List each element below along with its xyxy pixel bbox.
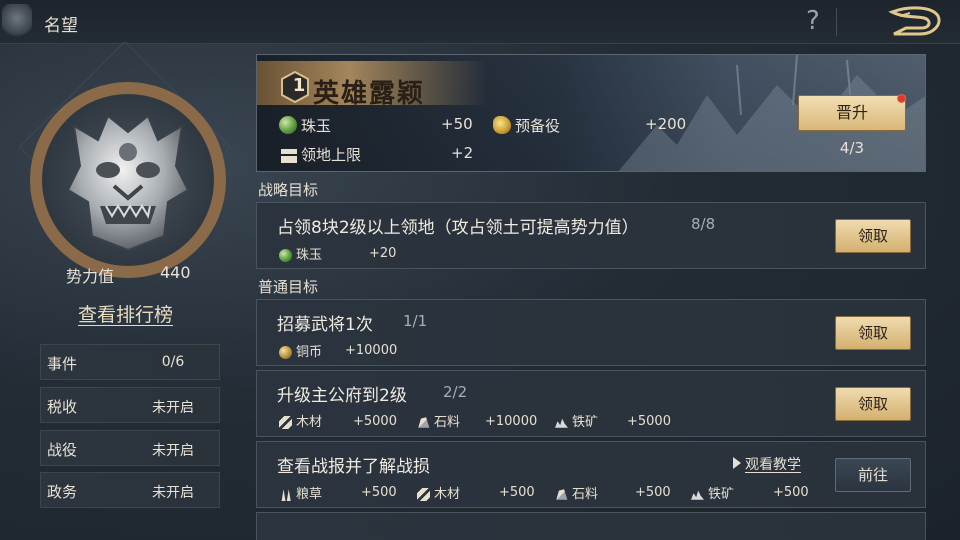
grain-icon	[281, 489, 291, 501]
help-icon[interactable]: ?	[806, 6, 820, 36]
reward-amount: +500	[773, 485, 809, 500]
page-title: 名望	[44, 16, 78, 36]
reward-name: 珠玉	[296, 248, 323, 263]
rank-title: 英雄露颖	[313, 79, 426, 109]
reward-name: 木材	[434, 487, 461, 502]
normal-goal-card: 查看战报并了解战损 观看教学 粮草 +500 木材 +500 石料 +500 铁…	[256, 441, 926, 508]
power-label: 势力值	[66, 267, 115, 286]
goal-reward: 铁矿	[555, 411, 598, 430]
banner-title-plate: 1 英雄露颖	[257, 61, 487, 109]
iron-ore-icon	[691, 490, 704, 500]
reward-amount: +2	[451, 144, 474, 162]
reward-name: 粮草	[296, 487, 323, 502]
reward-amount: +500	[499, 485, 535, 500]
goal-title: 查看战报并了解战损	[277, 457, 430, 477]
reward-amount: +5000	[353, 414, 397, 429]
watch-tutorial-link[interactable]: 观看教学	[733, 454, 801, 474]
goal-reward: 木材	[417, 483, 460, 502]
territory-icon	[281, 149, 297, 163]
jade-icon	[279, 116, 297, 134]
go-button[interactable]: 前往	[835, 458, 911, 492]
play-icon	[733, 457, 741, 469]
reward-name: 铁矿	[708, 487, 735, 502]
claim-button[interactable]: 领取	[835, 387, 911, 421]
reward-amount: +10000	[345, 343, 398, 358]
normal-goal-card: 招募武将1次 1/1 铜币 +10000 领取	[256, 299, 926, 366]
reward-amount: +500	[361, 485, 397, 500]
promote-progress: 4/3	[839, 139, 865, 157]
claim-button[interactable]: 领取	[835, 219, 911, 253]
goal-progress: 1/1	[403, 312, 428, 330]
goal-reward: 珠玉	[279, 244, 322, 263]
section-normal-label: 普通目标	[258, 278, 319, 296]
top-bar: 名望 ?	[0, 0, 960, 44]
claim-button[interactable]: 领取	[835, 316, 911, 350]
banner-reward-reserve: 预备役	[493, 115, 560, 136]
notification-dot	[897, 94, 906, 103]
reward-name: 石料	[434, 415, 461, 430]
reward-amount: +5000	[627, 414, 671, 429]
stone-icon	[556, 489, 568, 500]
wood-icon	[279, 416, 292, 429]
reward-name: 木材	[296, 415, 323, 430]
level-number: 1	[292, 75, 306, 96]
goal-progress: 2/2	[443, 383, 468, 401]
reward-amount: +50	[441, 115, 473, 133]
game-logo-icon	[2, 4, 32, 40]
section-strategic-label: 战略目标	[258, 181, 319, 199]
power-value: 440	[160, 263, 191, 282]
reward-name: 石料	[572, 487, 599, 502]
goal-title: 升级主公府到2级	[277, 386, 407, 406]
reserve-troops-icon	[493, 116, 511, 134]
stone-icon	[418, 417, 430, 428]
stat-row-events[interactable]: 事件 0/6	[40, 344, 220, 380]
reward-name: 铁矿	[572, 415, 599, 430]
iron-ore-icon	[555, 418, 568, 428]
stat-row-campaign[interactable]: 战役 未开启	[40, 430, 220, 466]
reward-name: 铜币	[296, 345, 323, 360]
reward-amount: +500	[635, 485, 671, 500]
normal-goal-card-partial	[256, 512, 926, 540]
copper-coin-icon	[279, 346, 292, 359]
reward-amount: +200	[645, 115, 687, 133]
promote-button[interactable]: 晋升	[798, 95, 906, 131]
reward-name: 预备役	[515, 117, 561, 135]
dragon-back-icon[interactable]	[886, 4, 944, 40]
banner-reward-territory: 领地上限	[281, 144, 361, 165]
power-emblem	[18, 40, 232, 278]
goal-reward: 铜币	[279, 341, 322, 360]
banner-reward-jade: 珠玉	[279, 115, 331, 136]
tutorial-label: 观看教学	[745, 457, 801, 473]
jade-icon	[279, 249, 292, 262]
divider	[836, 8, 837, 36]
reward-amount: +20	[369, 246, 397, 261]
goal-reward: 铁矿	[691, 483, 734, 502]
reward-name: 珠玉	[301, 117, 332, 135]
goal-progress: 8/8	[691, 215, 716, 233]
view-ranking-link[interactable]: 查看排行榜	[78, 300, 173, 327]
goal-reward: 木材	[279, 411, 322, 430]
normal-goal-card: 升级主公府到2级 2/2 木材 +5000 石料 +10000 铁矿 +5000…	[256, 370, 926, 437]
wood-icon	[417, 488, 430, 501]
demon-mask-icon	[66, 114, 190, 252]
goal-reward: 石料	[555, 483, 598, 502]
strategic-goal-card: 占领8块2级以上领地（攻占领土可提高势力值） 8/8 珠玉 +20 领取	[256, 202, 926, 269]
goal-title: 招募武将1次	[277, 315, 373, 335]
reward-name: 领地上限	[301, 146, 362, 164]
goal-title: 占领8块2级以上领地（攻占领土可提高势力值）	[277, 218, 639, 238]
goal-reward: 粮草	[279, 483, 322, 502]
stat-row-tax[interactable]: 税收 未开启	[40, 387, 220, 423]
reward-amount: +10000	[485, 414, 538, 429]
stat-row-affairs[interactable]: 政务 未开启	[40, 472, 220, 508]
goal-reward: 石料	[417, 411, 460, 430]
